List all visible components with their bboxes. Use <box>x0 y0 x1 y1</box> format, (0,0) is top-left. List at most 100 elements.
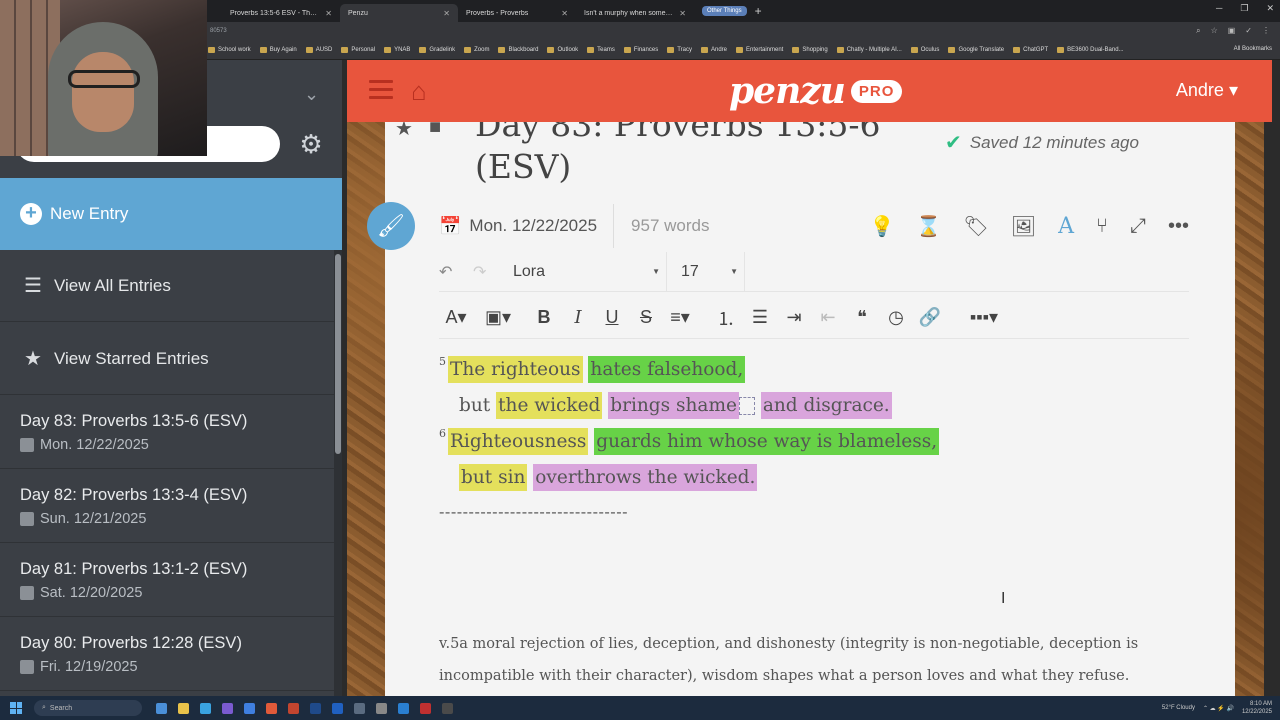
outdent-icon[interactable]: ⇤ <box>811 307 845 328</box>
tag-icon[interactable]: 🏷 <box>963 214 988 239</box>
all-bookmarks-button[interactable]: All Bookmarks <box>1234 46 1272 52</box>
link-icon[interactable]: 🔗 <box>913 307 947 328</box>
fullscreen-icon[interactable]: ⤢ <box>1130 215 1146 238</box>
lightbulb-icon[interactable]: 💡 <box>870 214 895 239</box>
text-color-icon[interactable]: A▾ <box>439 307 473 328</box>
new-entry-button[interactable]: + New Entry <box>0 178 342 250</box>
more-options-icon[interactable]: ••• <box>1168 215 1189 238</box>
bookmark-item[interactable]: Zoom <box>464 46 489 53</box>
bullet-list-icon[interactable]: ☰ <box>743 307 777 328</box>
app-icon[interactable] <box>376 702 387 714</box>
view-all-entries-button[interactable]: ☰ View All Entries <box>0 250 342 322</box>
quote-icon[interactable]: ❝ <box>845 307 879 328</box>
chrome-icon[interactable] <box>266 702 277 714</box>
file-explorer-icon[interactable] <box>178 702 189 714</box>
browser-tab-4[interactable]: Isn't a murphy when someone ✕ <box>576 4 694 22</box>
browser-tab-2[interactable]: Penzu ✕ <box>340 4 458 22</box>
bookmark-item[interactable]: Entertainment <box>736 46 783 53</box>
bookmark-item[interactable]: Oculus <box>910 46 939 53</box>
bookmark-item[interactable]: Personal <box>341 46 375 53</box>
footnote-marker[interactable] <box>738 397 755 415</box>
new-tab-button[interactable]: + <box>755 4 762 18</box>
clock-icon[interactable]: ◷ <box>879 307 913 328</box>
bookmark-item[interactable]: Tracy <box>667 46 692 53</box>
close-tab-icon[interactable]: ✕ <box>443 9 450 18</box>
scrollbar-thumb[interactable] <box>335 254 341 454</box>
app-icon[interactable] <box>398 702 409 714</box>
app-icon[interactable] <box>244 702 255 714</box>
windows-start-icon[interactable] <box>10 702 22 714</box>
bookmark-item[interactable]: Chatly - Multiple AI... <box>836 46 902 53</box>
close-tab-icon[interactable]: ✕ <box>679 9 686 18</box>
bookmark-item[interactable]: Andre <box>700 46 727 53</box>
entry-list-item[interactable]: Day 81: Proverbs 13:1-2 (ESV) Sat. 12/20… <box>0 544 334 617</box>
image-icon[interactable]: 🖼 <box>1011 214 1036 239</box>
chevron-down-icon[interactable]: ⌄ <box>304 84 319 105</box>
close-tab-icon[interactable]: ✕ <box>561 9 568 18</box>
bookmark-item[interactable]: Gradelink <box>419 46 455 53</box>
hamburger-menu-icon[interactable] <box>369 80 393 100</box>
app-icon[interactable] <box>200 702 211 714</box>
url-field[interactable]: 80573 <box>210 28 1196 34</box>
hourglass-icon[interactable]: ⌛ <box>916 214 941 239</box>
app-icon[interactable] <box>420 702 431 714</box>
extension-icon[interactable]: ✓ <box>1245 26 1252 36</box>
strikethrough-icon[interactable]: S <box>629 307 663 328</box>
extension-icon[interactable]: ▣ <box>1228 26 1236 36</box>
branch-icon[interactable]: ⑂ <box>1096 215 1108 238</box>
bookmark-item[interactable]: BE3600 Dual-Band... <box>1057 46 1124 53</box>
font-size-select[interactable]: 17 ▼ <box>675 251 745 292</box>
close-window-icon[interactable]: ✕ <box>1266 3 1274 14</box>
entry-list-item[interactable]: Day 80: Proverbs 12:28 (ESV) Fri. 12/19/… <box>0 618 334 691</box>
align-icon[interactable]: ≡▾ <box>663 307 697 328</box>
bookmark-item[interactable]: Teams <box>587 46 615 53</box>
bookmark-item[interactable]: Google Translate <box>948 46 1004 53</box>
minimize-icon[interactable]: ─ <box>1216 3 1222 14</box>
app-icon[interactable] <box>288 702 299 714</box>
font-family-select[interactable]: Lora ▼ <box>507 251 667 292</box>
entry-list-item[interactable]: Day 82: Proverbs 13:3-4 (ESV) Sun. 12/21… <box>0 470 334 543</box>
clock[interactable]: 8:10 AM 12/22/2025 <box>1242 700 1272 716</box>
bookmark-item[interactable]: Finances <box>623 46 658 53</box>
browser-tab-3[interactable]: Proverbs - Proverbs ✕ <box>458 4 576 22</box>
bookmark-item[interactable]: School work <box>208 46 251 53</box>
home-icon[interactable]: ⌂ <box>411 76 427 107</box>
app-icon[interactable] <box>156 702 167 714</box>
highlight-color-icon[interactable]: ▣▾ <box>481 307 515 328</box>
redo-icon[interactable]: ↷ <box>473 262 507 282</box>
underline-icon[interactable]: U <box>595 307 629 328</box>
photoshop-icon[interactable] <box>332 702 343 714</box>
bookmark-item[interactable]: Outlook <box>547 46 578 53</box>
sidebar-scrollbar[interactable] <box>334 250 342 696</box>
close-tab-icon[interactable]: ✕ <box>325 9 332 18</box>
paintbrush-icon[interactable]: 🖌 <box>367 202 415 250</box>
entry-date-picker[interactable]: 📅 Mon. 12/22/2025 <box>439 204 615 248</box>
gear-icon[interactable]: ⚙ <box>297 130 325 158</box>
tray-icons[interactable]: ⌃ ☁ ⚡ 🔊 <box>1203 705 1234 712</box>
page-scrollbar[interactable] <box>1264 60 1272 696</box>
view-starred-entries-button[interactable]: ★ View Starred Entries <box>0 323 342 395</box>
weather-widget[interactable]: 52°F Cloudy <box>1162 705 1195 711</box>
user-menu[interactable]: Andre ▾ <box>1176 80 1238 101</box>
bookmark-item[interactable]: Blackboard <box>498 46 538 53</box>
app-icon[interactable] <box>354 702 365 714</box>
taskbar-search[interactable]: ⌕ Search <box>34 700 142 716</box>
ordered-list-icon[interactable]: ⒈ <box>709 305 743 331</box>
italic-icon[interactable]: I <box>561 307 595 328</box>
bookmark-item[interactable]: YNAB <box>384 46 410 53</box>
undo-icon[interactable]: ↶ <box>439 262 473 282</box>
tab-group-label[interactable]: Other Things <box>702 6 747 16</box>
indent-icon[interactable]: ⇥ <box>777 307 811 328</box>
zoom-icon[interactable]: ⌕ <box>1196 26 1200 36</box>
bookmark-item[interactable]: Buy Again <box>259 46 297 53</box>
app-icon[interactable] <box>310 702 321 714</box>
entry-list-item[interactable]: Day 83: Proverbs 13:5-6 (ESV) Mon. 12/22… <box>0 396 334 469</box>
star-bookmark-icon[interactable]: ☆ <box>1211 26 1218 36</box>
bookmark-item[interactable]: Shopping <box>792 46 828 53</box>
app-icon[interactable] <box>442 702 453 714</box>
maximize-icon[interactable]: ❐ <box>1240 3 1248 14</box>
bookmark-item[interactable]: ChatGPT <box>1013 46 1048 53</box>
font-style-icon[interactable]: A <box>1058 214 1074 239</box>
browser-tab-1[interactable]: Proverbs 13:5-6 ESV - The righteous hate… <box>222 4 340 22</box>
bookmark-item[interactable]: AUSD <box>305 46 332 53</box>
